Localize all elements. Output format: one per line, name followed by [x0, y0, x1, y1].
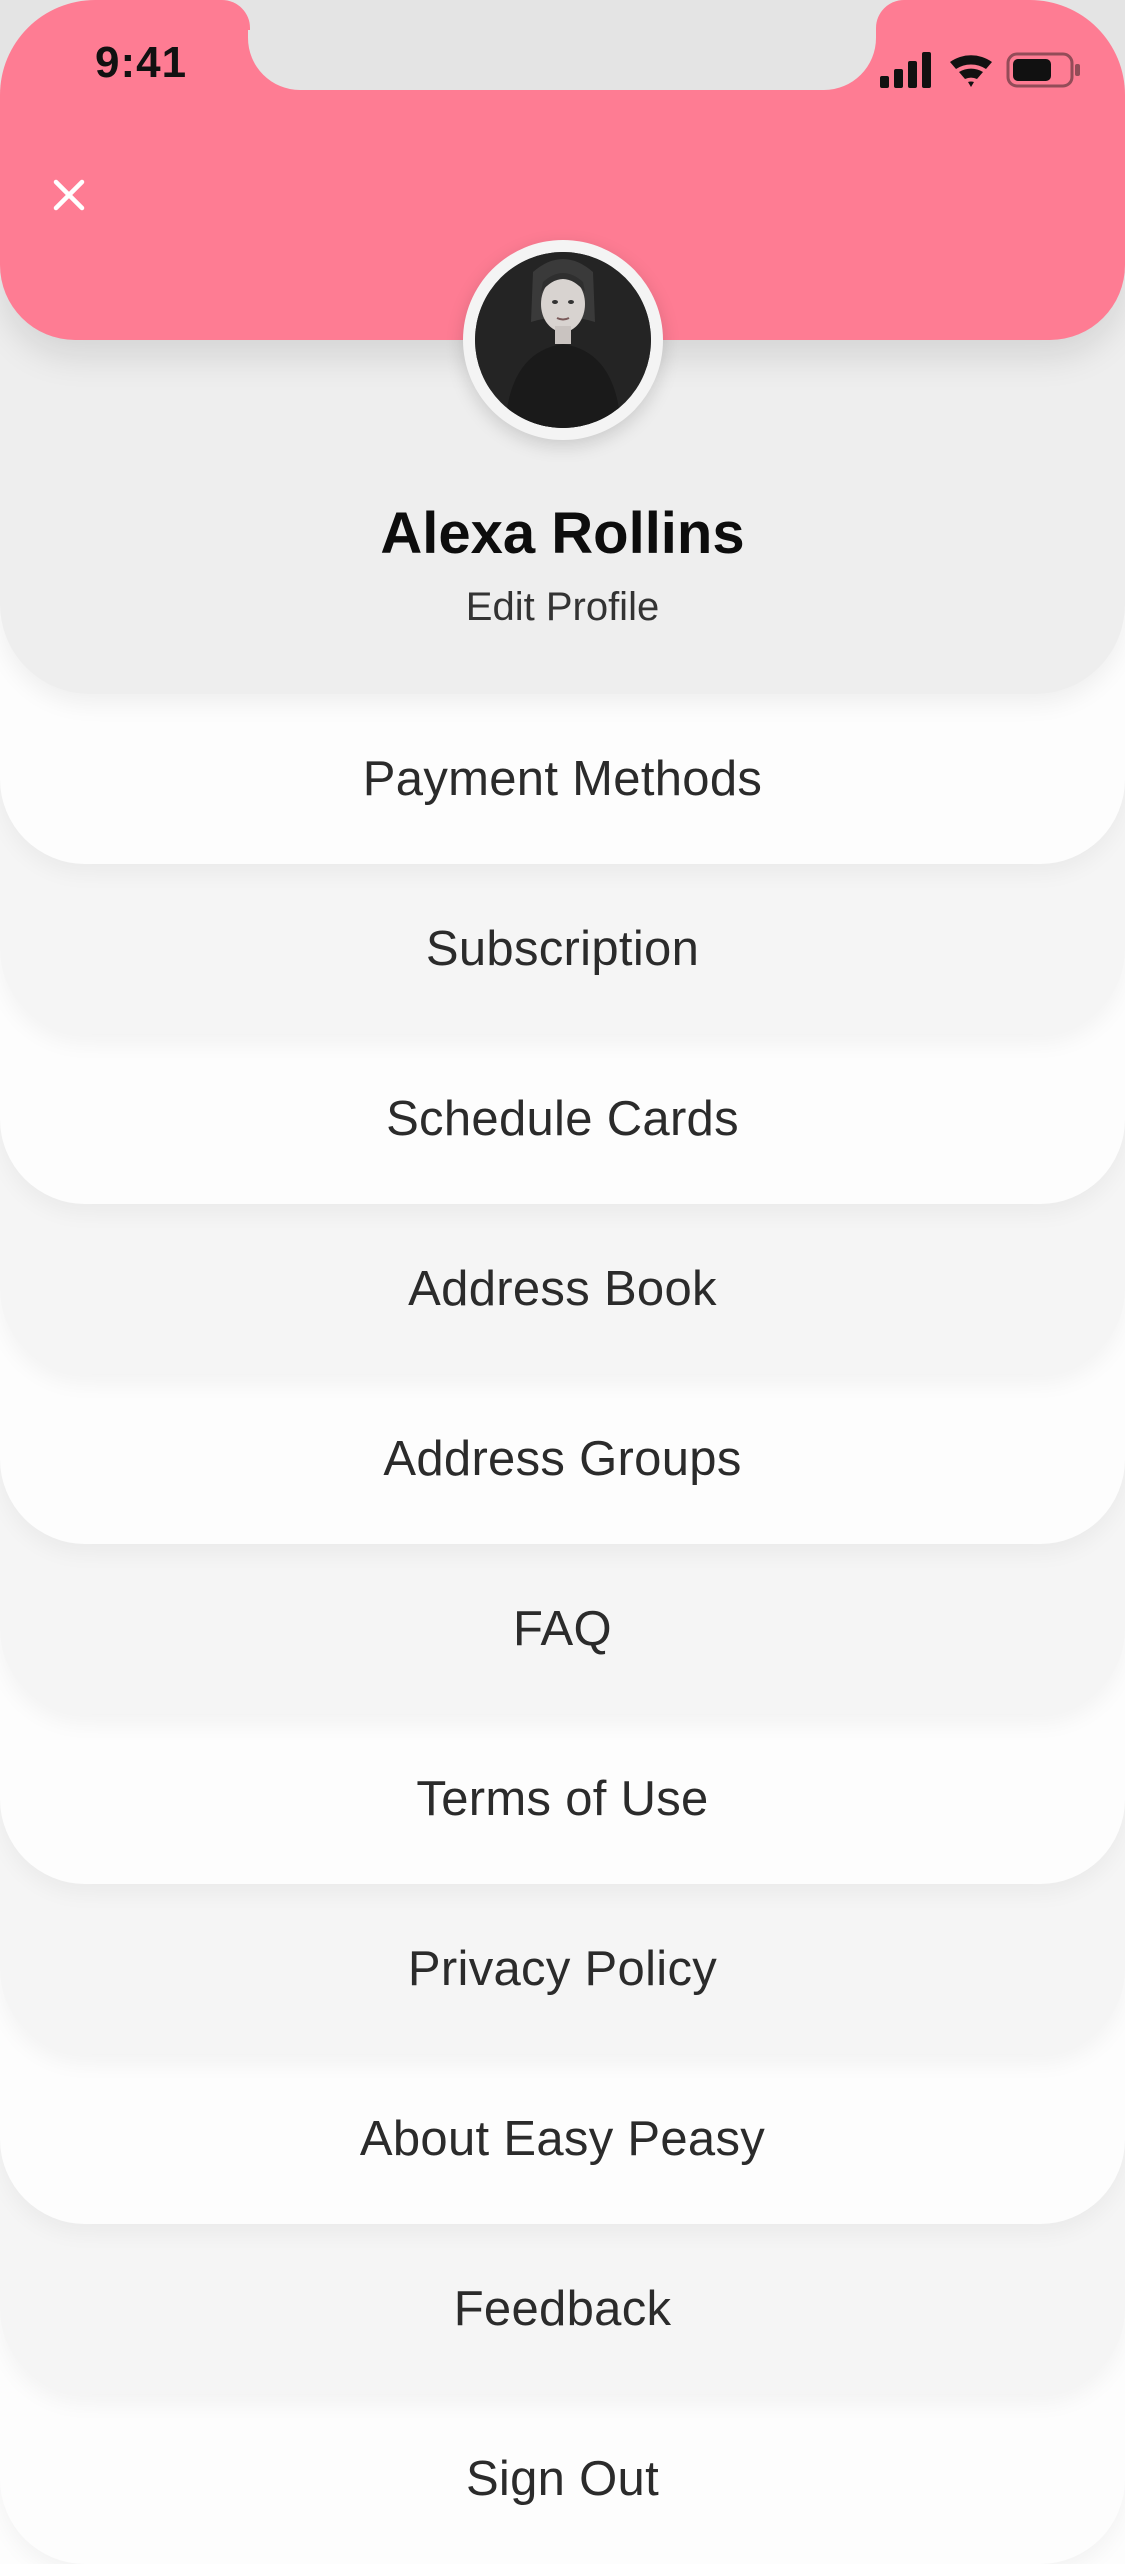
edit-profile-link[interactable]: Edit Profile: [466, 585, 659, 629]
menu-item-label: Sign Out: [465, 2452, 660, 2506]
close-icon: [53, 179, 85, 211]
device-notch-edge: [876, 0, 906, 30]
menu-item-label: Schedule Cards: [386, 1092, 739, 1146]
profile-screen: Sign Out Feedback About Easy Peasy Priva…: [0, 0, 1125, 2564]
status-time: 9:41: [95, 38, 188, 87]
device-notch: [248, 0, 876, 90]
profile-name: Alexa Rollins: [380, 501, 745, 566]
edit-profile-row: Edit Profile: [0, 585, 1125, 630]
close-button[interactable]: [46, 172, 92, 218]
avatar[interactable]: [475, 252, 651, 428]
menu-item-label: Address Groups: [383, 1432, 742, 1486]
menu-item-label: Payment Methods: [362, 752, 763, 806]
menu-item-label: Privacy Policy: [407, 1942, 718, 1996]
avatar-ring: [463, 240, 663, 440]
menu-item-label: Subscription: [425, 922, 700, 976]
device-notch-edge: [220, 0, 250, 30]
wifi-icon: [950, 55, 992, 87]
cellular-signal-icon: [880, 52, 931, 88]
menu-item-label: Feedback: [453, 2282, 672, 2336]
battery-icon: [1006, 52, 1080, 88]
menu-item-label: Address Book: [408, 1262, 717, 1316]
menu-item-label: FAQ: [513, 1602, 612, 1656]
menu-item-label: Terms of Use: [416, 1772, 709, 1826]
avatar-photo: [475, 252, 651, 428]
status-icons: [880, 48, 1085, 92]
menu-item-label: About Easy Peasy: [359, 2112, 766, 2166]
